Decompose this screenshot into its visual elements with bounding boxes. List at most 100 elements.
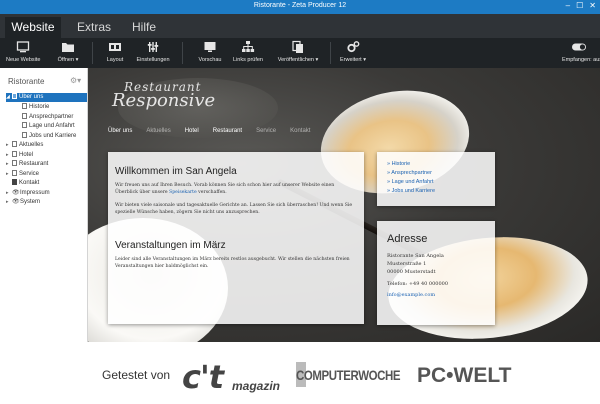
page-icon — [12, 141, 17, 147]
new-website-button[interactable]: Neue Website — [6, 40, 40, 67]
menu-link[interactable]: Speisekarte — [169, 190, 197, 195]
new-website-label: Neue Website — [6, 57, 41, 63]
events-paragraph: Leider sind alle Veranstaltungen im März… — [115, 257, 350, 269]
ct-magazin-logo: magazin — [232, 379, 281, 393]
site-nav-hotel[interactable]: Hotel — [185, 128, 199, 134]
ribbon-toolbar: Neue Website Öffnen ▾ Layout Einstellung… — [0, 38, 600, 68]
panel-options-icon[interactable]: ⚙▾ — [70, 76, 81, 85]
tree-item-label: Kontakt — [19, 180, 40, 186]
tree-item-kontakt[interactable]: Kontakt — [12, 179, 39, 188]
preview-button[interactable]: Vorschau — [198, 40, 222, 67]
ribbon-separator — [330, 42, 331, 64]
site-nav-kontakt[interactable]: Kontakt — [290, 128, 310, 134]
tree-item-restaurant[interactable]: ▸ Restaurant — [6, 160, 48, 169]
menu-tab-bar: Website Extras Hilfe — [0, 14, 600, 38]
copy-pages-icon — [292, 40, 303, 53]
film-icon — [109, 43, 121, 51]
tree-item-lage-und-anfahrt[interactable]: Lage und Anfahrt — [22, 122, 75, 131]
welcome-paragraph-2: Wir bieten viele saisonale und tagesaktu… — [115, 203, 353, 215]
page-icon — [12, 179, 17, 185]
gears-icon — [347, 41, 360, 53]
tree-item-label: Restaurant — [19, 161, 49, 167]
panel-title: Ristorante — [8, 77, 45, 86]
tree-item-label: Hotel — [19, 151, 34, 158]
tree-item-ansprechpartner[interactable]: Ansprechpartner — [22, 112, 74, 122]
subnav-link-lage[interactable]: » Lage und Anfahrt — [387, 179, 433, 185]
tree-item-label: Ansprechpartner — [29, 113, 74, 120]
tree-item-label: System — [20, 199, 41, 205]
tree-item-system[interactable]: ▸ 👁System — [6, 198, 40, 207]
receive-label: Empfangen: aus — [562, 57, 600, 63]
layout-button[interactable]: Layout — [104, 40, 126, 67]
welcome-heading: Willkommen im San Angela — [115, 166, 237, 177]
welcome-text-end: verschaffen. — [196, 190, 227, 195]
advanced-button[interactable]: Erweitert ▾ — [338, 40, 368, 67]
address-phone: Telefon: +49 40 000000 — [387, 281, 448, 287]
open-button[interactable]: Öffnen ▾ — [54, 40, 82, 67]
subnav-link-ansprechpartner[interactable]: » Ansprechpartner — [387, 170, 432, 176]
window-controls: – ☐ ✕ — [566, 1, 596, 10]
page-icon — [22, 122, 27, 128]
tree-item-hotel[interactable]: ▸ Hotel — [6, 150, 34, 160]
settings-button[interactable]: Einstellungen — [134, 40, 172, 67]
address-name: Ristorante San Angela — [387, 253, 444, 259]
website-preview[interactable]: Restaurant Responsive Über uns Aktuelles… — [88, 68, 600, 342]
tab-extras[interactable]: Extras — [70, 17, 118, 38]
check-links-button[interactable]: Links prüfen — [232, 40, 264, 67]
subnav-link-historie[interactable]: » Historie — [387, 161, 410, 167]
tree-item-ueber-uns[interactable]: ◢ Über uns — [6, 93, 87, 102]
layout-label: Layout — [106, 57, 124, 63]
page-icon — [22, 112, 27, 119]
folder-icon — [62, 43, 74, 52]
publish-label: Veröffentlichen ▾ — [277, 57, 319, 63]
address-street: Musterstraße 1 — [387, 261, 427, 267]
address-email-link[interactable]: info@example.com — [387, 292, 435, 298]
tree-item-label: Impressum — [20, 189, 50, 196]
welcome-paragraph: Wir freuen uns auf Ihren Besuch. Vorab k… — [115, 182, 355, 196]
monitor-icon — [16, 41, 30, 53]
title-bar: Ristorante - Zeta Producer 12 – ☐ ✕ — [0, 0, 600, 14]
tree-item-aktuelles[interactable]: ▸ Aktuelles — [6, 141, 43, 150]
check-links-label: Links prüfen — [233, 57, 263, 63]
tab-hilfe[interactable]: Hilfe — [124, 17, 164, 38]
site-logo-main: Responsive — [112, 90, 216, 111]
page-icon — [12, 160, 17, 166]
tree-item-label: Historie — [29, 104, 50, 110]
tested-by-banner: Getestet von c't magazin COMPUTERWOCHE P… — [0, 342, 600, 404]
sitemap-icon — [242, 41, 255, 52]
tree-item-impressum[interactable]: ▸ 👁Impressum — [6, 189, 50, 198]
advanced-label: Erweitert ▾ — [340, 57, 366, 63]
site-nav-service[interactable]: Service — [256, 128, 276, 134]
maximize-button[interactable]: ☐ — [576, 1, 583, 10]
ribbon-separator — [182, 42, 183, 64]
ct-logo: c't — [182, 358, 224, 396]
site-navigation: Über uns Aktuelles Hotel Restaurant Serv… — [108, 128, 324, 134]
tab-website[interactable]: Website — [5, 17, 61, 38]
sliders-icon — [147, 42, 159, 52]
page-icon — [12, 93, 17, 99]
close-button[interactable]: ✕ — [589, 1, 596, 10]
site-nav-restaurant[interactable]: Restaurant — [213, 128, 242, 134]
toggle-switch-icon — [572, 43, 586, 51]
site-nav-aktuelles[interactable]: Aktuelles — [146, 128, 170, 134]
tree-item-service[interactable]: ▸ Service — [6, 169, 39, 179]
pcwelt-logo: PC•WELT — [417, 364, 512, 387]
page-icon — [12, 150, 17, 157]
preview-label: Vorschau — [198, 57, 222, 63]
subnav-link-jobs[interactable]: » Jobs und Karriere — [387, 188, 435, 194]
tree-item-historie[interactable]: Historie — [22, 103, 49, 112]
events-heading: Veranstaltungen im März — [115, 240, 226, 251]
ribbon-separator — [92, 42, 93, 64]
tree-item-label: Über uns — [19, 94, 44, 100]
page-tree-panel: Ristorante ⚙▾ ◢ Über uns Historie Ansprec… — [0, 68, 88, 342]
open-label: Öffnen ▾ — [57, 57, 79, 63]
hidden-page-icon: 👁 — [12, 199, 20, 205]
tree-item-jobs-und-karriere[interactable]: Jobs und Karriere — [22, 131, 77, 141]
page-icon — [12, 169, 17, 176]
tree-item-label: Aktuelles — [19, 142, 44, 148]
site-nav-ueber-uns[interactable]: Über uns — [108, 128, 132, 134]
publish-button[interactable]: Veröffentlichen ▾ — [276, 40, 320, 67]
minimize-button[interactable]: – — [566, 1, 570, 10]
receive-toggle[interactable]: Empfangen: aus — [562, 40, 600, 67]
tree-item-label: Jobs und Karriere — [29, 132, 77, 139]
